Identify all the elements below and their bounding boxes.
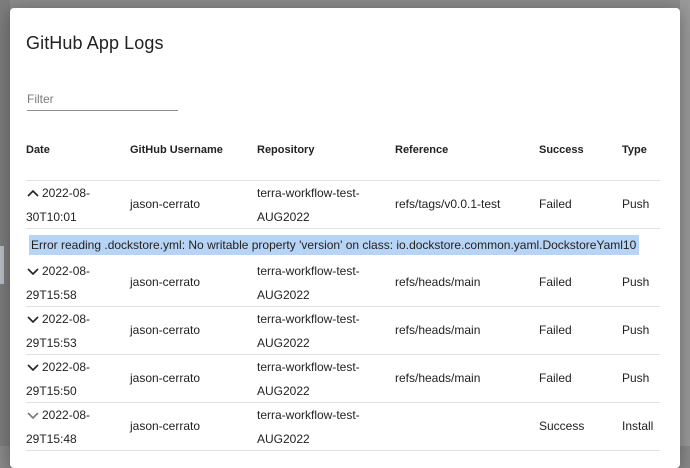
chevron-down-icon[interactable]	[26, 410, 40, 420]
table-row[interactable]: 2022-08- 30T10:01 jason-cerrato terra-wo…	[26, 181, 660, 229]
repo-line1: terra-workflow-test-	[257, 264, 360, 278]
repository-cell: terra-workflow-test- AUG2022	[257, 307, 387, 355]
username-cell: jason-cerrato	[130, 275, 201, 289]
page-backdrop-left	[0, 0, 10, 446]
success-cell: Success	[539, 419, 585, 433]
username-cell: jason-cerrato	[130, 323, 201, 337]
repo-line1: terra-workflow-test-	[257, 360, 360, 374]
error-message: Error reading .dockstore.yml: No writabl…	[29, 235, 640, 255]
table-row[interactable]: 2022-08- 29T15:48 jason-cerrato terra-wo…	[26, 403, 660, 451]
repository-cell: terra-workflow-test- AUG2022	[257, 355, 387, 403]
type-cell: Push	[622, 197, 650, 211]
type-cell: Push	[622, 323, 650, 337]
date-line2: 29T15:53	[26, 336, 77, 350]
repo-line1: terra-workflow-test-	[257, 408, 360, 422]
date-line2: 29T15:48	[26, 432, 77, 446]
date-line2: 29T15:58	[26, 288, 77, 302]
header-username[interactable]: GitHub Username	[130, 144, 223, 156]
header-repository[interactable]: Repository	[257, 144, 314, 156]
username-cell: jason-cerrato	[130, 419, 201, 433]
header-type[interactable]: Type	[622, 144, 647, 156]
reference-cell: refs/tags/v0.0.1-test	[395, 197, 501, 211]
repo-line1: terra-workflow-test-	[257, 312, 360, 326]
date-cell: 2022-08- 29T15:48	[26, 403, 124, 451]
repository-cell: terra-workflow-test- AUG2022	[257, 259, 387, 307]
date-line2: 29T15:50	[26, 384, 77, 398]
page-backdrop-right	[680, 0, 690, 446]
date-cell: 2022-08- 29T15:53	[26, 307, 124, 355]
type-cell: Install	[622, 419, 654, 433]
date-line1: 2022-08-	[42, 360, 91, 374]
username-cell: jason-cerrato	[130, 197, 201, 211]
date-cell: 2022-08- 29T15:58	[26, 259, 124, 307]
table-row[interactable]: 2022-08- 29T15:50 jason-cerrato terra-wo…	[26, 355, 660, 403]
dialog-title: GitHub App Logs	[26, 33, 164, 53]
chevron-down-icon[interactable]	[26, 266, 40, 276]
repo-line2: AUG2022	[257, 384, 310, 398]
repo-line2: AUG2022	[257, 336, 310, 350]
backdrop-accent	[0, 246, 4, 284]
success-cell: Failed	[539, 197, 572, 211]
error-detail-row: Error reading .dockstore.yml: No writabl…	[26, 229, 660, 259]
date-line1: 2022-08-	[42, 186, 91, 200]
filter-input[interactable]	[27, 90, 178, 108]
reference-cell: refs/heads/main	[395, 275, 481, 289]
filter-field	[27, 90, 178, 111]
chevron-down-icon[interactable]	[26, 362, 40, 372]
chevron-up-icon[interactable]	[26, 188, 40, 198]
repo-line2: AUG2022	[257, 210, 310, 224]
table-header-row: Date GitHub Username Repository Referenc…	[26, 136, 660, 181]
table-row[interactable]: 2022-08- 29T15:53 jason-cerrato terra-wo…	[26, 307, 660, 355]
date-cell: 2022-08- 30T10:01	[26, 181, 124, 229]
success-cell: Failed	[539, 275, 572, 289]
success-cell: Failed	[539, 371, 572, 385]
reference-cell: refs/heads/main	[395, 371, 481, 385]
type-cell: Push	[622, 275, 650, 289]
date-line1: 2022-08-	[42, 312, 91, 326]
type-cell: Push	[622, 371, 650, 385]
logs-table: Date GitHub Username Repository Referenc…	[26, 136, 660, 451]
date-line2: 30T10:01	[26, 210, 77, 224]
github-app-logs-dialog: GitHub App Logs Date GitHub Username Rep…	[10, 8, 680, 468]
header-date[interactable]: Date	[26, 144, 50, 156]
repository-cell: terra-workflow-test- AUG2022	[257, 403, 387, 451]
date-line1: 2022-08-	[42, 264, 91, 278]
date-line1: 2022-08-	[42, 408, 91, 422]
repo-line2: AUG2022	[257, 432, 310, 446]
repository-cell: terra-workflow-test- AUG2022	[257, 181, 387, 229]
header-reference[interactable]: Reference	[395, 144, 448, 156]
success-cell: Failed	[539, 323, 572, 337]
repo-line1: terra-workflow-test-	[257, 186, 360, 200]
reference-cell: refs/heads/main	[395, 323, 481, 337]
table-row[interactable]: 2022-08- 29T15:58 jason-cerrato terra-wo…	[26, 259, 660, 307]
repo-line2: AUG2022	[257, 288, 310, 302]
chevron-down-icon[interactable]	[26, 314, 40, 324]
date-cell: 2022-08- 29T15:50	[26, 355, 124, 403]
username-cell: jason-cerrato	[130, 371, 201, 385]
header-success[interactable]: Success	[539, 144, 584, 156]
